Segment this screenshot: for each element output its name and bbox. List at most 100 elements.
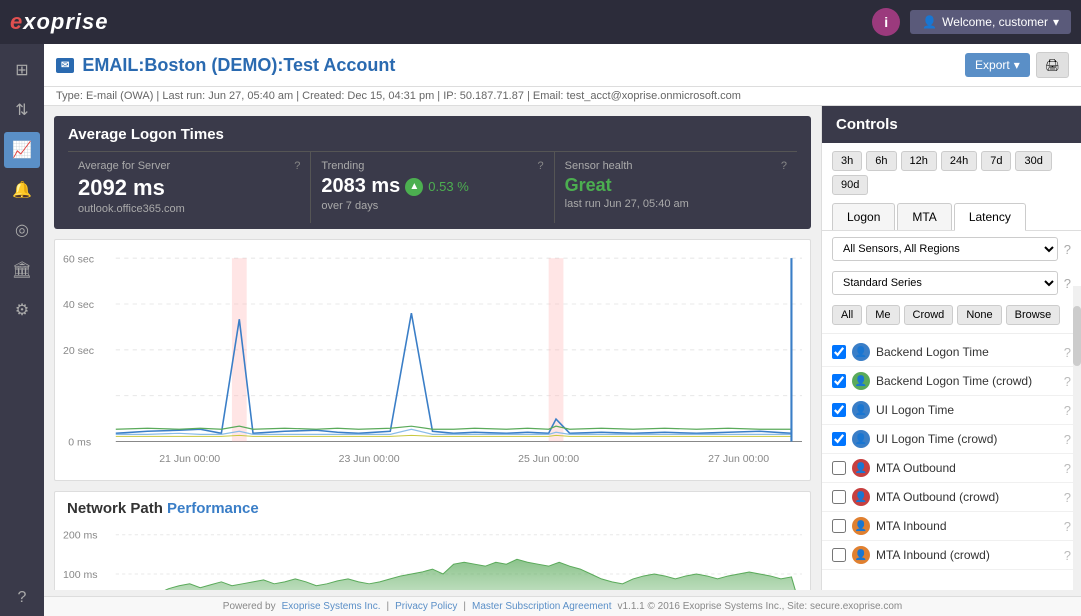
footer-company-link[interactable]: Exoprise Systems Inc. — [282, 601, 381, 612]
welcome-button[interactable]: 👤 Welcome, customer ▾ — [910, 10, 1071, 34]
metric-mta-inbound-help[interactable]: ? — [1064, 519, 1071, 534]
metric-mta-inbound-crowd-label: MTA Inbound (crowd) — [876, 548, 1058, 562]
filter-help-icon[interactable]: ? — [1064, 242, 1071, 257]
footer-subscription-link[interactable]: Master Subscription Agreement — [472, 601, 612, 612]
sensor-region-filter[interactable]: All Sensors, All Regions — [832, 237, 1058, 261]
sensor-me-btn[interactable]: Me — [866, 305, 899, 325]
sidebar-item-chart[interactable]: 📈 — [4, 132, 40, 168]
trending-help-icon[interactable]: ? — [538, 160, 544, 172]
health-value: Great — [565, 175, 787, 196]
metric-backend-logon-label: Backend Logon Time — [876, 345, 1058, 359]
time-30d[interactable]: 30d — [1015, 151, 1051, 171]
health-help-icon[interactable]: ? — [781, 160, 787, 172]
tab-latency[interactable]: Latency — [954, 203, 1026, 231]
metric-mta-outbound-crowd: 👤 MTA Outbound (crowd) ? — [822, 483, 1081, 512]
metric-mta-outbound-label: MTA Outbound — [876, 461, 1058, 475]
server-help-icon[interactable]: ? — [294, 160, 300, 172]
controls-title: Controls — [836, 116, 898, 133]
sidebar-item-help[interactable]: ? — [4, 580, 40, 616]
svg-text:20 sec: 20 sec — [63, 346, 94, 357]
top-navigation: exoprise i 👤 Welcome, customer ▾ — [0, 0, 1081, 44]
metric-mta-inbound-checkbox[interactable] — [832, 519, 846, 533]
time-12h[interactable]: 12h — [901, 151, 937, 171]
metric-ui-logon-crowd-icon: 👤 — [852, 430, 870, 448]
stats-card: Average Logon Times Average for Server ?… — [54, 116, 811, 229]
tab-logon[interactable]: Logon — [832, 203, 895, 230]
sensor-none-btn[interactable]: None — [957, 305, 1001, 325]
sidebar-item-settings[interactable]: ⚙ — [4, 292, 40, 328]
export-button[interactable]: Export ▾ — [965, 53, 1030, 77]
trending-sub: over 7 days — [321, 200, 543, 212]
stat-health: Sensor health ? Great last run Jun 27, 0… — [555, 152, 797, 223]
scrollbar-thumb[interactable] — [1073, 306, 1081, 366]
svg-text:27 Jun 00:00: 27 Jun 00:00 — [708, 454, 769, 465]
metric-ui-logon-label: UI Logon Time — [876, 403, 1058, 417]
series-help-icon[interactable]: ? — [1064, 276, 1071, 291]
metric-mta-outbound-crowd-icon: 👤 — [852, 488, 870, 506]
svg-text:100 ms: 100 ms — [63, 570, 98, 581]
network-chart-title: Network Path Performance — [55, 492, 810, 521]
metric-mta-outbound-crowd-help[interactable]: ? — [1064, 490, 1071, 505]
metric-mta-outbound-checkbox[interactable] — [832, 461, 846, 475]
svg-text:60 sec: 60 sec — [63, 254, 94, 265]
sensor-crowd-btn[interactable]: Crowd — [904, 305, 954, 325]
metric-mta-outbound-crowd-checkbox[interactable] — [832, 490, 846, 504]
metrics-list: 👤 Backend Logon Time ? 👤 Backend Logon T… — [822, 334, 1081, 590]
trending-label: Trending — [321, 160, 364, 172]
metric-backend-logon-help[interactable]: ? — [1064, 345, 1071, 360]
info-button[interactable]: i — [872, 8, 900, 36]
sidebar-item-dashboard[interactable]: ⊞ — [4, 52, 40, 88]
metric-ui-logon-crowd-help[interactable]: ? — [1064, 432, 1071, 447]
health-sub: last run Jun 27, 05:40 am — [565, 198, 787, 210]
series-filter[interactable]: Standard Series — [832, 271, 1058, 295]
metric-mta-inbound-crowd: 👤 MTA Inbound (crowd) ? — [822, 541, 1081, 570]
svg-text:25 Jun 00:00: 25 Jun 00:00 — [518, 454, 579, 465]
time-7d[interactable]: 7d — [981, 151, 1011, 171]
metric-mta-inbound-crowd-checkbox[interactable] — [832, 548, 846, 562]
metric-ui-logon-help[interactable]: ? — [1064, 403, 1071, 418]
time-3h[interactable]: 3h — [832, 151, 862, 171]
time-90d[interactable]: 90d — [832, 175, 868, 195]
metric-ui-logon-checkbox[interactable] — [832, 403, 846, 417]
svg-text:40 sec: 40 sec — [63, 300, 94, 311]
print-button[interactable]: 🖨 — [1036, 52, 1069, 78]
network-chart-svg: 200 ms 100 ms — [63, 525, 802, 590]
metric-mta-inbound-crowd-icon: 👤 — [852, 546, 870, 564]
metric-mta-outbound-icon: 👤 — [852, 459, 870, 477]
metric-mta-inbound-label: MTA Inbound — [876, 519, 1058, 533]
footer-separator1: | — [387, 601, 390, 612]
metric-mta-inbound-crowd-help[interactable]: ? — [1064, 548, 1071, 563]
content-row: Average Logon Times Average for Server ?… — [44, 106, 1081, 590]
metric-backend-logon-crowd-help[interactable]: ? — [1064, 374, 1071, 389]
sidebar-item-notifications[interactable]: 🔔 — [4, 172, 40, 208]
metric-backend-logon-checkbox[interactable] — [832, 345, 846, 359]
sidebar-item-location[interactable]: ◎ — [4, 212, 40, 248]
svg-text:21 Jun 00:00: 21 Jun 00:00 — [159, 454, 220, 465]
sidebar-item-transfer[interactable]: ⇅ — [4, 92, 40, 128]
health-label: Sensor health — [565, 160, 633, 172]
svg-text:23 Jun 00:00: 23 Jun 00:00 — [339, 454, 400, 465]
sidebar-item-building[interactable]: 🏛 — [4, 252, 40, 288]
series-row: Standard Series ? — [822, 267, 1081, 301]
left-sidebar: ⊞ ⇅ 📈 🔔 ◎ 🏛 ⚙ ? — [0, 44, 44, 616]
metric-mta-outbound-help[interactable]: ? — [1064, 461, 1071, 476]
stats-title: Average Logon Times — [68, 126, 797, 143]
metric-ui-logon-crowd-label: UI Logon Time (crowd) — [876, 432, 1058, 446]
time-24h[interactable]: 24h — [941, 151, 977, 171]
sensor-browse-btn[interactable]: Browse — [1006, 305, 1061, 325]
trending-change: 0.53 % — [428, 179, 468, 194]
right-panel: Controls 3h 6h 12h 24h 7d 30d 90d Logon … — [821, 106, 1081, 590]
metric-ui-logon-crowd-checkbox[interactable] — [832, 432, 846, 446]
footer-privacy-link[interactable]: Privacy Policy — [395, 601, 457, 612]
metric-backend-logon-crowd-checkbox[interactable] — [832, 374, 846, 388]
time-6h[interactable]: 6h — [866, 151, 896, 171]
chevron-down-icon: ▾ — [1053, 15, 1059, 29]
metric-backend-logon-crowd-label: Backend Logon Time (crowd) — [876, 374, 1058, 388]
trend-up-icon: ▲ — [405, 178, 423, 196]
tab-mta[interactable]: MTA — [897, 203, 951, 230]
footer-powered-by: Powered by — [223, 601, 276, 612]
trending-value: 2083 ms — [321, 175, 400, 198]
filter-row: All Sensors, All Regions ? — [822, 231, 1081, 267]
sensor-all-btn[interactable]: All — [832, 305, 862, 325]
metric-mta-outbound-crowd-label: MTA Outbound (crowd) — [876, 490, 1058, 504]
